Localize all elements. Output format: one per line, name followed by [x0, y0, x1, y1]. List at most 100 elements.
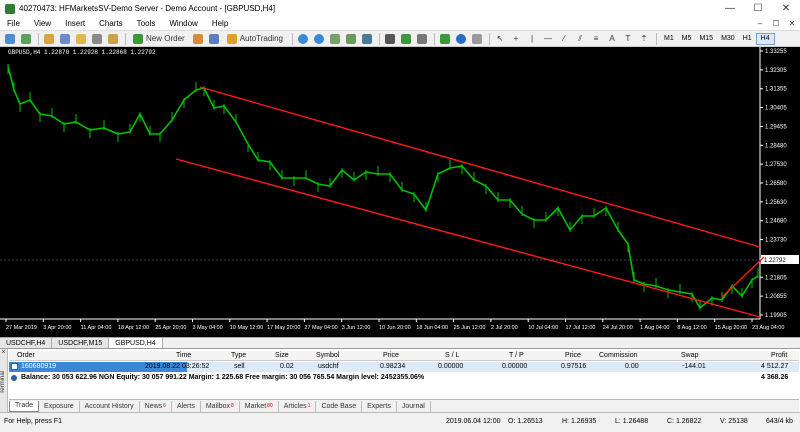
minimize-button[interactable]: —	[716, 0, 744, 17]
vertical-line-tool[interactable]: |	[525, 32, 539, 46]
price-tick-label: 1.25630	[765, 200, 787, 206]
fibonacci-tool[interactable]: ≡	[589, 32, 603, 46]
timeframe-m1[interactable]: M1	[660, 33, 678, 45]
bar-chart-icon	[384, 33, 395, 44]
zoom-out-icon	[313, 33, 324, 44]
col-profit[interactable]: Profit	[771, 352, 787, 359]
col-current-price[interactable]: Price	[565, 352, 581, 359]
tab-account-history[interactable]: Account History	[80, 400, 140, 412]
date-tick-label: 25 Apr 20:00	[155, 325, 186, 331]
cursor-icon: ↖	[496, 34, 504, 43]
data-window-button[interactable]	[58, 32, 72, 46]
signals-button[interactable]	[207, 32, 221, 46]
indicators-button[interactable]	[438, 32, 452, 46]
terminal-button[interactable]	[90, 32, 104, 46]
tab-news[interactable]: News 6	[140, 400, 172, 412]
tab-exposure[interactable]: Exposure	[39, 400, 80, 412]
mdi-close-button[interactable]: ✕	[784, 19, 800, 28]
bar-chart-button[interactable]	[383, 32, 397, 46]
menu-tools[interactable]: Tools	[130, 19, 163, 28]
arrows-tool[interactable]: ⇡	[637, 32, 651, 46]
col-commission[interactable]: Commission	[599, 352, 638, 359]
autotrading-icon	[226, 33, 237, 44]
candlestick-button[interactable]	[399, 32, 413, 46]
label-tool[interactable]: T	[621, 32, 635, 46]
zoom-out-button[interactable]	[312, 32, 326, 46]
mdi-minimize-button[interactable]: –	[752, 19, 768, 28]
terminal-close-button[interactable]: ×	[0, 349, 7, 356]
market-watch-button[interactable]	[42, 32, 56, 46]
metaeditor-button[interactable]	[191, 32, 205, 46]
col-sl[interactable]: S / L	[445, 352, 459, 359]
menu-charts[interactable]: Charts	[92, 19, 130, 28]
tile-windows-button[interactable]	[328, 32, 342, 46]
tab-exposure-label: Exposure	[44, 402, 74, 410]
text-tool[interactable]: A	[605, 32, 619, 46]
autotrading-button[interactable]: AutoTrading	[223, 32, 287, 46]
balance-summary: Balance: 30 053 622.96 NGN Equity: 30 05…	[21, 374, 425, 381]
maximize-button[interactable]: ☐	[744, 0, 772, 17]
col-swap[interactable]: Swap	[681, 352, 699, 359]
price-tick-label: 1.32305	[765, 68, 787, 74]
chart-window[interactable]: GBPUSD,H4 1.22870 1.22928 1.22868 1.2279…	[0, 47, 800, 337]
navigator-button[interactable]	[74, 32, 88, 46]
col-price[interactable]: Price	[383, 352, 399, 359]
periods-button[interactable]	[454, 32, 468, 46]
zoom-in-button[interactable]	[296, 32, 310, 46]
trendline-tool[interactable]: ⁄	[557, 32, 571, 46]
autoscroll-button[interactable]	[360, 32, 374, 46]
tab-trade[interactable]: Trade	[9, 400, 40, 412]
channel-icon: ⫽	[578, 33, 582, 43]
tester-icon	[108, 33, 118, 44]
table-row[interactable]: 160680919 2019.08.22 03:26:52 sell 0.02 …	[9, 362, 799, 372]
terminal-icon	[92, 33, 102, 44]
order-id: 160680919	[21, 363, 57, 370]
col-size[interactable]: Size	[275, 352, 289, 359]
new-chart-button[interactable]	[3, 32, 17, 46]
chart-shift-button[interactable]	[344, 32, 358, 46]
col-order[interactable]: Order	[17, 352, 35, 359]
tab-mailbox[interactable]: Mailbox 8	[201, 400, 240, 412]
date-tick-label: 25 Jun 12:00	[454, 325, 486, 331]
col-tp[interactable]: T / P	[509, 352, 524, 359]
close-button[interactable]: ✕	[772, 0, 800, 17]
tab-experts[interactable]: Experts	[362, 400, 397, 412]
mdi-restore-button[interactable]: ☐	[768, 19, 784, 28]
autoscroll-icon	[361, 33, 372, 44]
timeframe-m15[interactable]: M15	[695, 33, 717, 45]
tab-alerts[interactable]: Alerts	[172, 400, 201, 412]
timeframe-h4[interactable]: H4	[755, 32, 775, 45]
cursor-tool[interactable]: ↖	[493, 32, 507, 46]
crosshair-tool[interactable]: +	[509, 32, 523, 46]
col-symbol[interactable]: Symbol	[316, 352, 339, 359]
templates-button[interactable]	[470, 32, 484, 46]
horizontal-line-tool[interactable]: —	[541, 32, 555, 46]
menu-file[interactable]: File	[0, 19, 27, 28]
col-time[interactable]: Time	[176, 352, 191, 359]
status-low: L: 1.26488	[615, 418, 649, 425]
col-type[interactable]: Type	[231, 352, 246, 359]
timeframe-m30[interactable]: M30	[717, 33, 739, 45]
tab-journal[interactable]: Journal	[397, 400, 431, 412]
tab-articles[interactable]: Articles 1	[279, 400, 317, 412]
tester-button[interactable]	[106, 32, 120, 46]
price-chart[interactable]: 1.33255 1.32305 1.31355 1.30405 1.29455 1.284…	[0, 47, 800, 337]
timeframe-h1[interactable]: H1	[739, 33, 756, 45]
date-tick-label: 18 Jun 04:00	[416, 325, 448, 331]
profiles-button[interactable]	[19, 32, 33, 46]
timeframe-m5[interactable]: M5	[678, 33, 696, 45]
vertical-line-icon: |	[530, 34, 534, 43]
menu-window[interactable]: Window	[162, 19, 204, 28]
data-window-icon	[60, 33, 70, 44]
menu-view[interactable]: View	[27, 19, 58, 28]
tab-market[interactable]: Market 80	[240, 400, 279, 412]
tab-code-base[interactable]: Code Base	[316, 400, 363, 412]
menu-insert[interactable]: Insert	[58, 19, 92, 28]
line-chart-button[interactable]	[415, 32, 429, 46]
equidistant-channel-tool[interactable]: ⫽	[573, 32, 587, 46]
tab-mailbox-label: Mailbox	[205, 402, 230, 410]
new-order-button[interactable]: New Order	[129, 32, 189, 46]
arrows-icon: ⇡	[640, 34, 648, 43]
tab-articles-label: Articles	[283, 402, 307, 410]
menu-help[interactable]: Help	[205, 19, 235, 28]
